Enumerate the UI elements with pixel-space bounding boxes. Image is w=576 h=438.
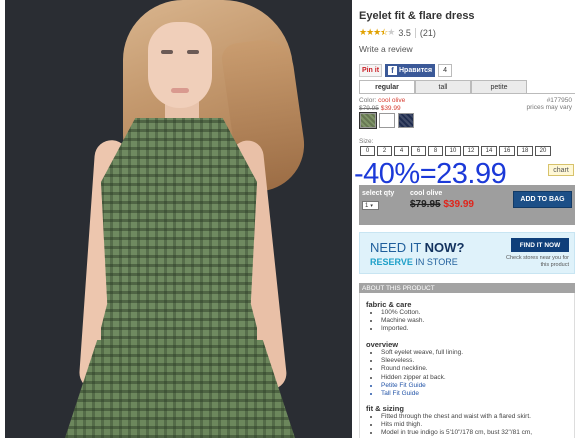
list-item: Hidden zipper at back. (380, 374, 463, 382)
model-eye-left (161, 50, 173, 54)
size-16[interactable]: 16 (499, 146, 515, 156)
size-4[interactable]: 4 (394, 146, 409, 156)
swatch-price: $79.95 $39.99 (359, 105, 401, 112)
model-eye-right (187, 50, 199, 54)
rating-row[interactable]: ★★★☆★★ 3.5 (21) (359, 27, 436, 38)
need-it-label: NEED IT (370, 240, 425, 255)
petite-fit-guide-link[interactable]: Petite Fit Guide (380, 382, 463, 390)
list-item: Soft eyelet weave, full lining. (380, 349, 463, 357)
promo-overlay-text: -40%=23.99 (354, 158, 507, 190)
facebook-like-button[interactable]: f Нравится (385, 64, 436, 77)
list-item: Model in true indigo is 5'10"/178 cm, bu… (380, 429, 532, 437)
pin-it-button[interactable]: Pin it (359, 64, 382, 77)
tab-petite[interactable]: petite (471, 80, 527, 94)
size-label: Size: (359, 138, 374, 145)
swatch-new-price: $39.99 (380, 105, 401, 112)
size-10[interactable]: 10 (445, 146, 461, 156)
list-item: Sleeveless. (380, 357, 463, 365)
list-item: Imported. (380, 325, 424, 333)
product-title: Eyelet fit & flare dress (359, 10, 475, 22)
in-store-label: IN STORE (412, 257, 458, 267)
about-header: ABOUT THIS PRODUCT (359, 283, 575, 293)
list-item: Machine wash. (380, 317, 424, 325)
color-label: Color: cool olive (359, 97, 405, 104)
color-label-text: Color: (359, 97, 377, 104)
find-it-now-subtext: Check stores near you for this product (506, 255, 569, 268)
care-title: fabric & care (366, 300, 412, 309)
qty-value: 1 (365, 202, 369, 209)
swatch-old-price: $79.95 (359, 105, 379, 112)
size-12[interactable]: 12 (463, 146, 479, 156)
size-20[interactable]: 20 (535, 146, 551, 156)
buy-old-price: $79.95 (410, 199, 441, 210)
product-details: Eyelet fit & flare dress ★★★☆★★ 3.5 (21)… (354, 0, 576, 438)
facebook-icon: f (388, 66, 397, 75)
tab-tall[interactable]: tall (415, 80, 471, 94)
fit-tabs: regular tall petite (359, 80, 527, 94)
fit-title: fit & sizing (366, 404, 404, 413)
buy-price: $79.95 $39.99 (410, 199, 474, 210)
product-image[interactable] (5, 0, 352, 438)
overview-title: overview (366, 340, 399, 349)
list-item: 100% Cotton. (380, 309, 424, 317)
need-it-now-text: NEED IT NOW? (370, 240, 464, 255)
tabs-divider (359, 93, 575, 94)
overview-list: Soft eyelet weave, full lining. Sleevele… (380, 349, 463, 398)
size-18[interactable]: 18 (517, 146, 533, 156)
fit-list: Fitted through the chest and waist with … (380, 413, 532, 438)
size-6[interactable]: 6 (411, 146, 426, 156)
find-it-now-button[interactable]: FIND IT NOW (511, 238, 569, 252)
facebook-like-count: 4 (438, 64, 453, 77)
reserve-in-store-text: RESERVE IN STORE (370, 257, 458, 267)
size-options: 0 2 4 6 8 10 12 14 16 18 20 (360, 146, 551, 156)
social-buttons: Pin it f Нравится 4 (359, 64, 453, 77)
buy-box: select qty 1 ▾ cool olive $79.95 $39.99 A… (359, 185, 575, 225)
dress-skirt (65, 340, 295, 438)
list-item: Fitted through the chest and waist with … (380, 413, 532, 421)
sku-info: #177950 prices may vary (526, 97, 572, 111)
reserve-in-store-banner[interactable]: NEED IT NOW? RESERVE IN STORE FIND IT NO… (359, 232, 575, 274)
color-value: cool olive (378, 97, 406, 104)
rating-value: 3.5 (398, 27, 411, 38)
swatch-cool-olive[interactable] (359, 112, 377, 129)
color-swatches (359, 112, 414, 129)
buy-new-price: $39.99 (443, 199, 474, 210)
sku-number: #177950 (546, 97, 572, 104)
facebook-like-label: Нравится (399, 67, 433, 74)
chevron-down-icon: ▾ (370, 202, 373, 209)
size-8[interactable]: 8 (428, 146, 443, 156)
size-14[interactable]: 14 (481, 146, 497, 156)
qty-label: select qty (362, 190, 395, 197)
star-rating-icon: ★★★☆★★ (359, 27, 395, 37)
size-chart-link[interactable]: chart (548, 164, 574, 176)
divider (414, 27, 416, 38)
swatch-white[interactable] (379, 113, 395, 128)
reserve-label: RESERVE (370, 257, 413, 267)
care-list: 100% Cotton. Machine wash. Imported. (380, 309, 424, 334)
size-0[interactable]: 0 (360, 146, 375, 156)
now-label: NOW? (424, 240, 465, 255)
buy-color-name: cool olive (410, 190, 443, 197)
size-2[interactable]: 2 (377, 146, 392, 156)
list-item: Round neckline. (380, 365, 463, 373)
write-review-link[interactable]: Write a review (359, 44, 413, 54)
about-section: fabric & care 100% Cotton. Machine wash.… (359, 293, 575, 438)
tall-fit-guide-link[interactable]: Tall Fit Guide (380, 390, 463, 398)
qty-select[interactable]: 1 ▾ (362, 201, 379, 210)
sku-note: prices may vary (526, 104, 572, 111)
model-face (148, 22, 212, 108)
model-lips (171, 88, 189, 93)
add-to-bag-button[interactable]: ADD TO BAG (513, 191, 572, 208)
list-item: Hits mid thigh. (380, 421, 532, 429)
tab-regular[interactable]: regular (359, 80, 415, 94)
review-count[interactable]: (21) (420, 28, 436, 38)
swatch-navy[interactable] (398, 113, 414, 128)
